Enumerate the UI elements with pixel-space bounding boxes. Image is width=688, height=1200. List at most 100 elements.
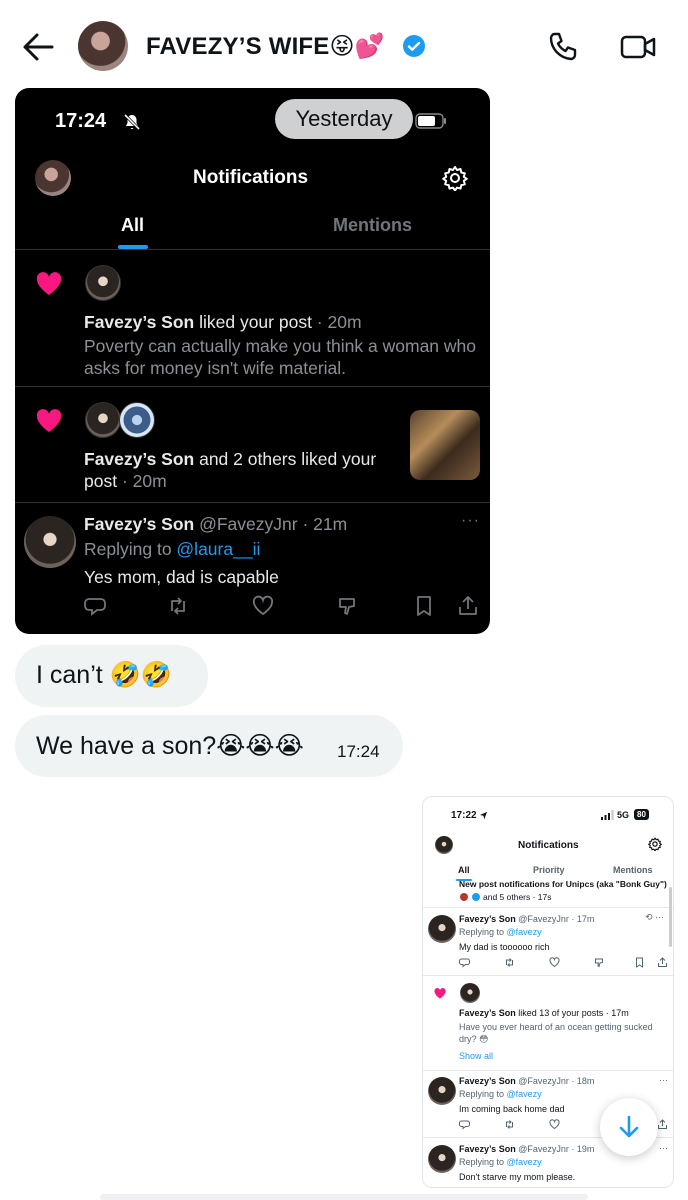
divider: [423, 1070, 673, 1071]
reply-header: Favezy’s Son @FavezyJnr · 19m: [459, 1144, 594, 1154]
avatar: [85, 265, 121, 301]
notification-line: Favezy’s Son liked your post · 20m: [84, 311, 362, 333]
divider: [15, 249, 490, 250]
avatar: [119, 402, 155, 438]
heart-icon: [36, 409, 62, 432]
reply-text: Im coming back home dad: [459, 1104, 565, 1114]
network-label: 5G: [617, 810, 630, 820]
downvote-icon: [339, 598, 355, 615]
replying-to-handle: @laura__ii: [176, 539, 261, 559]
divider: [423, 907, 673, 908]
divider: [15, 502, 490, 503]
tab-all: All: [121, 215, 145, 235]
post-excerpt: Poverty can actually make you think a wo…: [84, 336, 476, 378]
replying-to: Replying to @favezy: [459, 1089, 542, 1099]
message-timestamp: 17:24: [337, 742, 380, 761]
downvote-icon: [595, 958, 603, 968]
user-handle: @FavezyJnr · 18m: [515, 1076, 595, 1086]
scroll-to-bottom-button[interactable]: [600, 1098, 658, 1156]
tab-all: All: [458, 865, 470, 875]
message-text: We have a son?😭😭😭: [36, 732, 304, 760]
user-name: Favezy’s Son: [459, 1008, 516, 1018]
tab-mentions: Mentions: [333, 215, 412, 235]
replying-to-handle: @favezy: [506, 927, 542, 937]
partial-notification-text: New post notifications for Unipcs (aka "…: [459, 879, 667, 889]
tab-priority: Priority: [533, 865, 565, 875]
contact-avatar[interactable]: [78, 21, 128, 71]
divider: [423, 975, 673, 976]
profile-avatar: [435, 836, 453, 854]
replying-to-label: Replying to: [459, 927, 507, 937]
post-excerpt-line2: dry? 😳: [459, 1034, 489, 1044]
user-handle: @FavezyJnr · 17m: [515, 914, 595, 924]
message-text: I can’t 🤣🤣: [36, 661, 172, 689]
arrow-down-icon: [619, 1115, 639, 1138]
like-icon: [252, 595, 274, 616]
tab-mentions: Mentions: [613, 865, 653, 875]
user-handle: @FavezyJnr · 19m: [515, 1144, 595, 1154]
reply-icon: [459, 958, 470, 968]
notification-line: Favezy’s Son and 2 others liked your pos…: [84, 448, 384, 492]
video-call-icon[interactable]: [620, 33, 656, 61]
reply-text: Don't starve my mom please.: [459, 1172, 576, 1182]
replying-to: Replying to @favezy: [459, 1157, 542, 1167]
user-name: Favezy’s Son: [84, 514, 195, 534]
contact-name[interactable]: FAVEZY’S WIFE😝💕: [146, 32, 385, 61]
reply-icon: [459, 1120, 470, 1130]
bookmark-icon: [417, 596, 431, 616]
notification-action: liked 13 of your posts · 17m: [515, 1008, 629, 1018]
chat-header: FAVEZY’S WIFE😝💕: [0, 0, 688, 92]
date-pill: Yesterday: [275, 99, 413, 139]
avatar: [460, 893, 468, 901]
notifications-title: Notifications: [193, 167, 309, 188]
back-arrow-icon[interactable]: [22, 32, 54, 62]
replying-to-label: Replying to: [459, 1157, 507, 1167]
share-icon: [459, 596, 477, 615]
signal-icon: [601, 810, 614, 820]
verified-badge-icon: [403, 35, 425, 57]
retweet-icon: [171, 597, 185, 615]
replying-to: Replying to @favezy: [459, 927, 542, 937]
user-name: Favezy’s Son: [459, 1144, 516, 1154]
like-icon: [549, 1119, 560, 1130]
message-bubble[interactable]: We have a son?😭😭😭 17:24: [15, 715, 403, 777]
composer-edge: [100, 1194, 588, 1200]
avatar: [428, 915, 456, 943]
heart-icon: [434, 988, 446, 999]
reply-header: Favezy’s Son @FavezyJnr · 17m: [459, 914, 594, 924]
user-name: Favezy’s Son: [84, 449, 195, 469]
more-icon: ⟲ ···: [645, 912, 665, 922]
verified-badge-icon: [472, 893, 480, 901]
avatar: [24, 516, 76, 568]
reply-header: Favezy’s Son @FavezyJnr · 18m: [459, 1076, 594, 1086]
bell-muted-icon: [123, 113, 141, 131]
phone-icon[interactable]: [546, 31, 578, 63]
share-icon: [658, 957, 667, 967]
user-name: Favezy’s Son: [459, 1076, 516, 1086]
more-icon: ···: [659, 1143, 668, 1153]
user-name: Favezy’s Son: [459, 914, 516, 924]
share-icon: [658, 1119, 667, 1129]
bookmark-icon: [636, 957, 643, 968]
gear-icon: [648, 837, 662, 851]
reply-header: Favezy’s Son @FavezyJnr · 21m: [84, 513, 347, 535]
avatar: [85, 402, 121, 438]
replying-to-label: Replying to: [84, 539, 177, 559]
message-bubble[interactable]: I can’t 🤣🤣: [15, 645, 208, 707]
battery-level: 80: [634, 809, 649, 820]
avatar: [428, 1077, 456, 1105]
more-icon: ···: [461, 512, 480, 529]
show-all-link[interactable]: Show all: [459, 1051, 493, 1061]
replying-to-handle: @favezy: [506, 1089, 542, 1099]
notifications-title: Notifications: [518, 840, 579, 851]
retweet-icon: [506, 958, 513, 967]
status-time: 17:22: [451, 810, 477, 821]
avatar: [460, 983, 480, 1003]
status-time: 17:24: [55, 110, 107, 132]
heart-icon: [36, 272, 62, 295]
scrollbar[interactable]: [669, 887, 672, 947]
profile-avatar: [35, 160, 71, 196]
notification-others: and 5 others · 17s: [483, 892, 552, 902]
user-name: Favezy’s Son: [84, 312, 195, 332]
location-arrow-icon: [479, 811, 488, 820]
